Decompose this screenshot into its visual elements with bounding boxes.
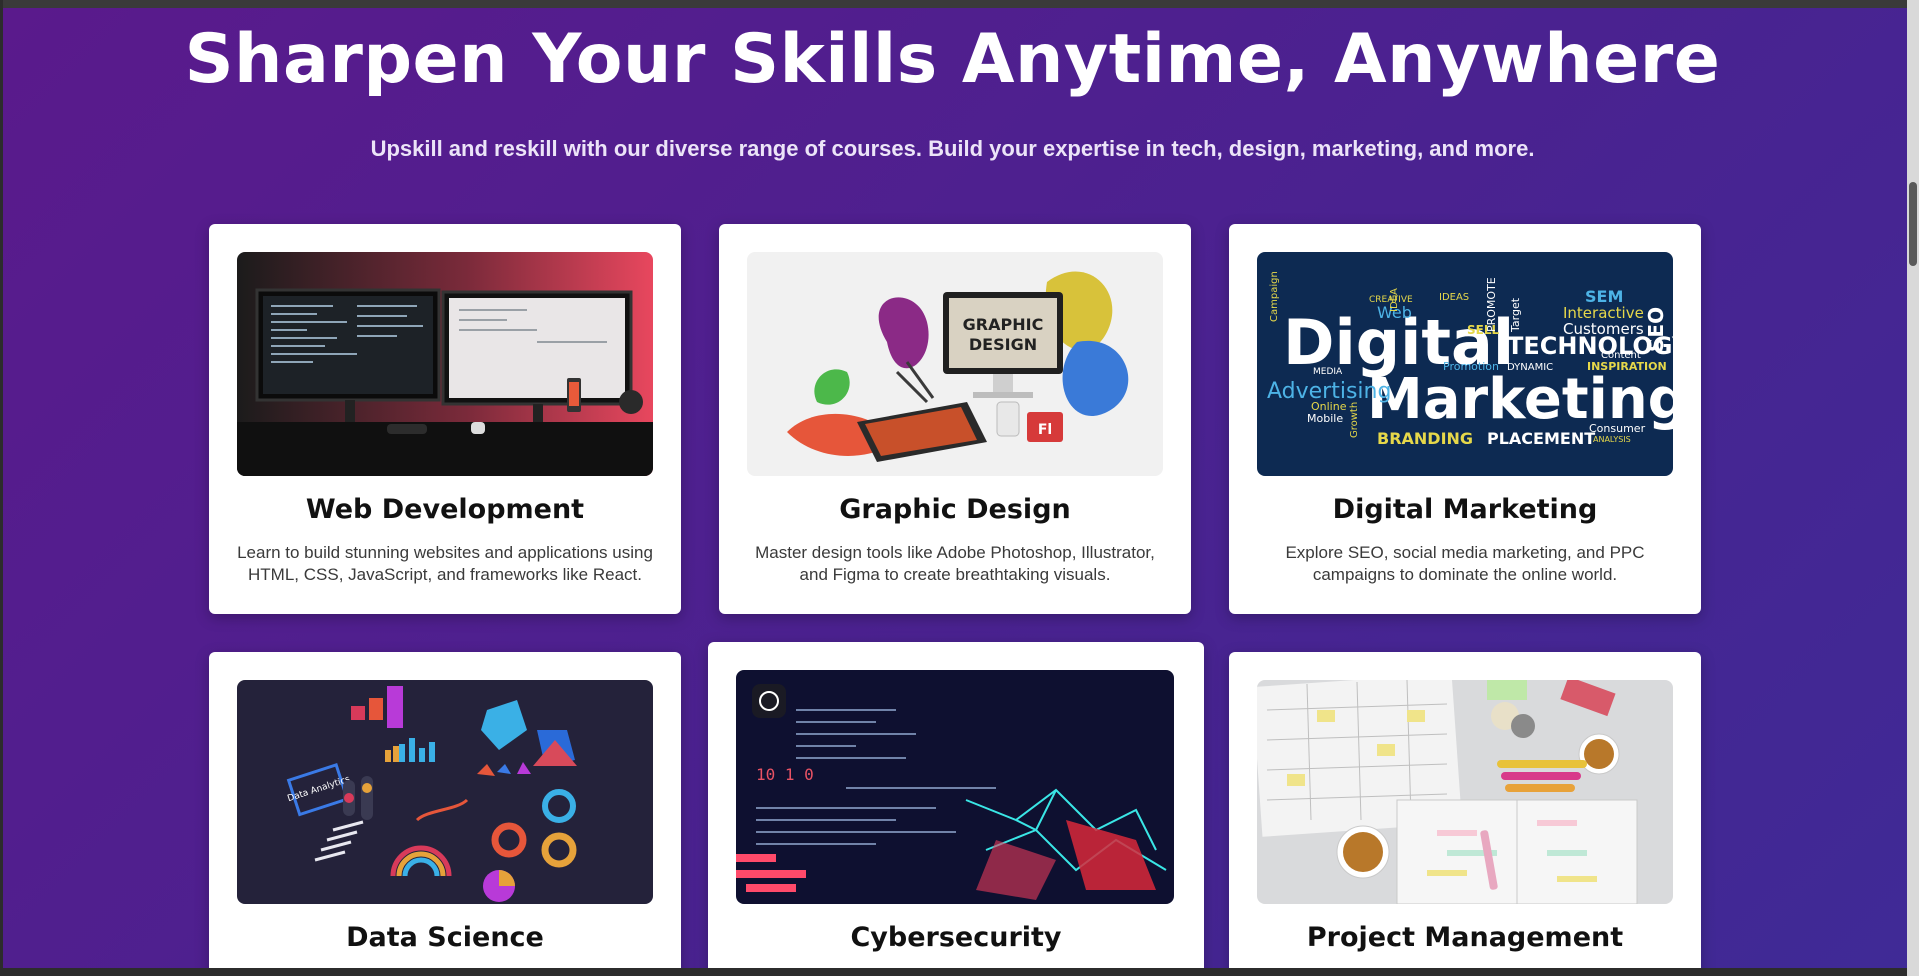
window-top-border [0, 0, 1919, 8]
svg-text:Mobile: Mobile [1307, 412, 1343, 425]
page-title: Sharpen Your Skills Anytime, Anywhere [184, 20, 1721, 99]
course-card-data-science[interactable]: Data Analytics Data Science [209, 652, 681, 976]
svg-text:Content: Content [1601, 350, 1641, 361]
course-description: Master design tools like Adobe Photoshop… [755, 543, 1155, 584]
page-subtitle: Upskill and reskill with our diverse ran… [370, 136, 1535, 161]
course-card-project-management[interactable]: Project Management [1229, 652, 1701, 976]
graphic-design-splash-image: GRAPHIC DESIGN Fl [747, 252, 1163, 476]
course-card-digital-marketing[interactable]: Digital Marketing TECHNOLOGY Advertising… [1229, 224, 1701, 614]
window-bottom-border [0, 968, 1919, 976]
svg-text:BRANDING: BRANDING [1377, 429, 1473, 448]
digital-marketing-word-cloud-image: Digital Marketing TECHNOLOGY Advertising… [1257, 252, 1673, 476]
svg-text:IDEAS: IDEAS [1439, 292, 1469, 303]
course-title: Digital Marketing [1332, 494, 1598, 525]
course-description: Explore SEO, social media marketing, and… [1285, 543, 1645, 584]
course-title: Web Development [305, 494, 585, 525]
svg-text:Campaign: Campaign [1269, 271, 1280, 322]
dual-monitor-desk-image [237, 252, 653, 476]
svg-text:Consumer: Consumer [1589, 422, 1646, 435]
course-title: Cybersecurity [850, 922, 1062, 953]
svg-text:GRAPHIC: GRAPHIC [963, 315, 1044, 334]
svg-text:ANALYSIS: ANALYSIS [1593, 435, 1631, 444]
svg-text:Customers: Customers [1563, 320, 1644, 338]
svg-text:DYNAMIC: DYNAMIC [1507, 362, 1553, 373]
svg-text:MEDIA: MEDIA [1313, 367, 1343, 377]
course-title: Project Management [1306, 922, 1624, 953]
svg-text:Growth: Growth [1349, 402, 1360, 438]
course-title: Data Science [346, 922, 544, 953]
svg-text:Promotion: Promotion [1443, 360, 1499, 373]
svg-text:Fl: Fl [1038, 422, 1052, 438]
course-title: Graphic Design [839, 494, 1071, 525]
course-card-web-development[interactable]: Web Development Learn to build stunning … [209, 224, 681, 614]
svg-text:SEO: SEO [1644, 307, 1668, 352]
planner-desk-image [1257, 680, 1673, 904]
svg-text:PROMOTE: PROMOTE [1485, 277, 1498, 332]
scrollbar-thumb[interactable] [1909, 182, 1917, 266]
svg-text:DESIGN: DESIGN [969, 335, 1037, 354]
vertical-scrollbar[interactable] [1907, 0, 1919, 976]
course-card-cybersecurity[interactable]: 10 1 0 Cybersecurity [708, 642, 1204, 976]
svg-text:IDEA: IDEA [1389, 288, 1400, 312]
svg-text:Target: Target [1509, 297, 1522, 333]
course-card-graphic-design[interactable]: GRAPHIC DESIGN Fl Graphic Design Master … [719, 224, 1191, 614]
cybersecurity-code-image: 10 1 0 [736, 670, 1174, 904]
svg-text:10 1 0: 10 1 0 [756, 765, 814, 784]
svg-text:PLACEMENT: PLACEMENT [1487, 429, 1595, 448]
course-description: Learn to build stunning websites and app… [237, 543, 653, 584]
data-analytics-3d-image: Data Analytics [237, 680, 653, 904]
svg-text:INSPIRATION: INSPIRATION [1587, 360, 1667, 373]
page: Sharpen Your Skills Anytime, Anywhere Up… [0, 0, 1919, 976]
